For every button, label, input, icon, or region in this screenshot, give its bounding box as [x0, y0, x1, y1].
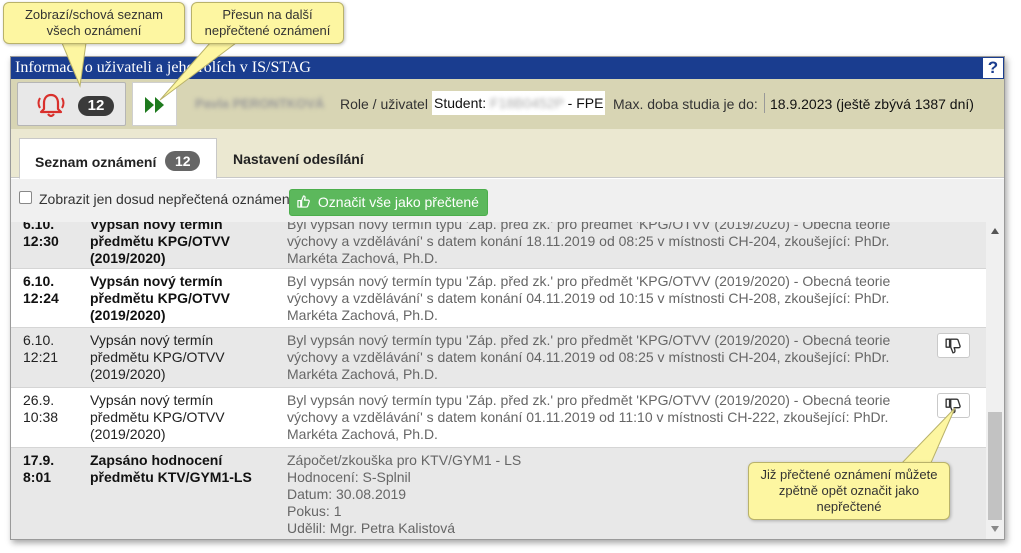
mark-unread-button[interactable] — [937, 333, 970, 358]
notification-date: 17.9. 8:01 — [23, 452, 55, 485]
list-toolbar: Zobrazit jen dosud nepřečtená oznámení O… — [11, 179, 1004, 222]
max-study-label: Max. doba studia je do: — [613, 96, 758, 112]
notification-date: 6.10. 12:30 — [23, 222, 59, 249]
notification-date: 6.10. 12:21 — [23, 332, 59, 365]
user-bar: 12 Pavla PERONTKOVÁ Role / uživatel Stud… — [11, 79, 1004, 129]
max-study-value: 18.9.2023 (ještě zbývá 1387 dní) — [770, 96, 974, 112]
tab-notification-list[interactable]: Seznam oznámení 12 — [19, 138, 217, 179]
notification-text: Byl vypsán nový termín typu 'Záp. před z… — [287, 222, 891, 266]
tabs-bar: Seznam oznámení 12 Nastavení odesílání — [11, 129, 1004, 179]
role-value-hidden: F18B0452P — [490, 95, 564, 111]
notification-title: Vypsán nový termín předmětu KPG/OTVV (20… — [90, 392, 225, 442]
mark-unread-button[interactable] — [937, 393, 970, 418]
window-titlebar: Informace o uživateli a jeho rolích v IS… — [11, 57, 1004, 79]
thumbs-down-icon — [945, 338, 961, 354]
list-item[interactable]: 6.10. 12:30 Vypsán nový termín předmětu K… — [11, 222, 986, 269]
bell-icon — [37, 93, 65, 118]
role-value[interactable]: Student: F18B0452P - FPE — [432, 91, 606, 115]
unread-only-label[interactable]: Zobrazit jen dosud nepřečtená oznámení — [39, 191, 294, 207]
callout-mark-unread: Již přečtené oznámení můžete zpětně opět… — [748, 462, 950, 520]
mark-all-read-label: Označit vše jako přečtené — [317, 194, 479, 210]
fast-forward-icon — [145, 97, 164, 113]
divider — [764, 93, 765, 113]
notification-count-badge: 12 — [78, 96, 114, 116]
mark-all-read-button[interactable]: Označit vše jako přečtené — [289, 189, 488, 216]
role-label: Role / uživatel — [340, 96, 428, 112]
help-button[interactable]: ? — [983, 58, 1003, 78]
notification-date: 6.10. 12:24 — [23, 273, 59, 306]
thumbs-up-icon — [297, 190, 310, 215]
tab-label: Nastavení odesílání — [233, 151, 364, 167]
unread-only-checkbox[interactable] — [19, 191, 32, 204]
scroll-thumb[interactable] — [988, 412, 1002, 520]
callout-toggle-list: Zobrazí/schová seznam všech oznámení — [3, 2, 185, 44]
list-scrollbar[interactable] — [986, 222, 1004, 539]
tab-label: Seznam oznámení — [35, 154, 157, 170]
callout-next-unread: Přesun na další nepřečtené oznámení — [191, 2, 344, 44]
notification-title: Zapsáno hodnocení předmětu KTV/GYM1-LS — [90, 452, 252, 485]
notification-title: Vypsán nový termín předmětu KPG/OTVV (20… — [90, 222, 231, 266]
role-value-prefix: Student: — [434, 95, 487, 111]
thumbs-down-icon — [945, 398, 961, 414]
list-item[interactable]: 6.10. 12:24 Vypsán nový termín předmětu K… — [11, 269, 986, 328]
scroll-up-arrow-icon[interactable] — [991, 228, 999, 234]
next-unread-button[interactable] — [132, 82, 177, 126]
notification-title: Vypsán nový termín předmětu KPG/OTVV (20… — [90, 273, 231, 323]
notification-text: Byl vypsán nový termín typu 'Záp. před z… — [287, 273, 891, 323]
list-item[interactable]: 26.9. 10:38 Vypsán nový termín předmětu K… — [11, 388, 986, 448]
tab-count-badge: 12 — [165, 151, 201, 171]
notification-title: Vypsán nový termín předmětu KPG/OTVV (20… — [90, 332, 225, 382]
scroll-down-arrow-icon[interactable] — [991, 526, 999, 532]
list-item[interactable]: 6.10. 12:21 Vypsán nový termín předmětu K… — [11, 328, 986, 388]
notification-text: Byl vypsán nový termín typu 'Záp. před z… — [287, 332, 891, 382]
window-title: Informace o uživateli a jeho rolích v IS… — [15, 59, 311, 76]
user-name: Pavla PERONTKOVÁ — [195, 96, 325, 111]
notification-text: Byl vypsán nový termín typu 'Záp. před z… — [287, 392, 891, 442]
notification-date: 26.9. 10:38 — [23, 392, 59, 425]
tab-send-settings[interactable]: Nastavení odesílání — [233, 138, 364, 179]
role-value-suffix: - FPE — [567, 95, 604, 111]
toggle-notifications-button[interactable]: 12 — [17, 82, 126, 126]
